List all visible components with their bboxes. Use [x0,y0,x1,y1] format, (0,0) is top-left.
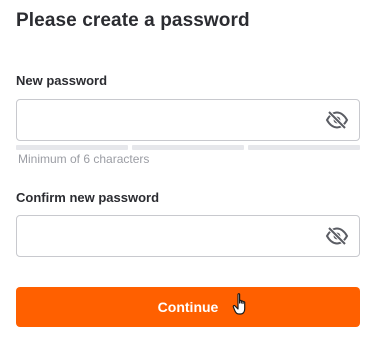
password-strength-meter [16,145,360,150]
strength-segment [132,145,244,150]
eye-slash-icon[interactable] [325,110,349,130]
continue-button[interactable]: Continue [16,287,360,327]
eye-slash-icon[interactable] [325,226,349,246]
confirm-password-input[interactable] [17,216,317,256]
strength-segment [248,145,360,150]
strength-segment [16,145,128,150]
new-password-input[interactable] [17,100,317,140]
password-create-form: Please create a password New password Mi… [0,0,378,342]
page-title: Please create a password [16,10,250,31]
confirm-password-field-container [16,215,360,257]
new-password-label: New password [16,73,108,88]
password-hint: Minimum of 6 characters [18,152,150,166]
new-password-field-container [16,99,360,141]
confirm-password-label: Confirm new password [16,190,160,205]
